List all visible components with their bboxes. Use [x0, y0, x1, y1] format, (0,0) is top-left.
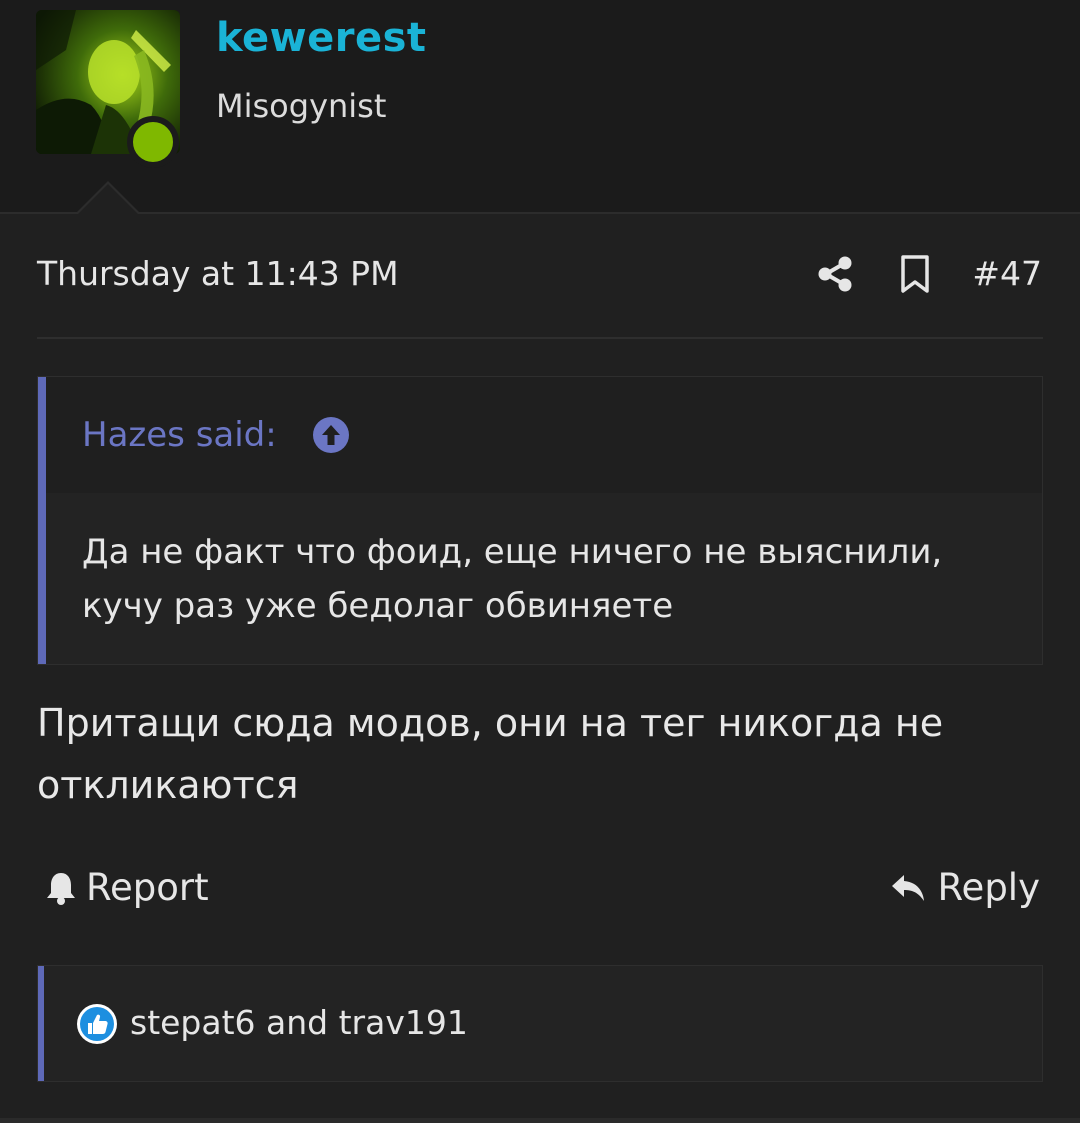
reactions-bar[interactable]: stepat6 and trav191	[37, 965, 1043, 1082]
reactions-accent-bar	[38, 966, 44, 1081]
report-label: Report	[86, 866, 209, 909]
like-icon	[77, 1004, 117, 1044]
bookmark-icon[interactable]	[898, 254, 932, 294]
bell-icon	[47, 873, 75, 905]
post-date[interactable]: Thursday at 11:43 PM	[37, 252, 399, 296]
reactions-users[interactable]: stepat6 and trav191	[130, 1001, 468, 1045]
share-icon[interactable]	[815, 254, 855, 294]
post: Thursday at 11:43 PM #47 Hazes said: Да …	[0, 214, 1080, 1123]
reply-label: Reply	[937, 866, 1040, 909]
quote-accent-bar	[38, 377, 46, 664]
quote-author[interactable]: Hazes said:	[82, 413, 277, 457]
user-title: Misogynist	[216, 87, 387, 125]
username[interactable]: kewerest	[216, 12, 427, 64]
report-button[interactable]: Report	[44, 864, 209, 912]
user-header: kewerest Misogynist	[0, 0, 1080, 214]
post-number-link[interactable]: #47	[972, 252, 1042, 296]
quote-text: Да не факт что фоид, еще ничего не выясн…	[82, 532, 943, 626]
reply-icon	[891, 875, 924, 901]
post-message: Притащи сюда модов, они на тег никогда н…	[37, 701, 944, 807]
message-pointer-fill	[78, 184, 138, 214]
quote-block: Hazes said: Да не факт что фоид, еще нич…	[37, 376, 1043, 665]
quote-header: Hazes said:	[46, 377, 1042, 493]
meta-divider	[37, 337, 1043, 339]
reply-button[interactable]: Reply	[890, 864, 1040, 912]
online-status-indicator	[127, 116, 179, 168]
post-bottom-divider	[0, 1118, 1080, 1123]
arrow-up-circle-icon[interactable]	[312, 416, 350, 454]
